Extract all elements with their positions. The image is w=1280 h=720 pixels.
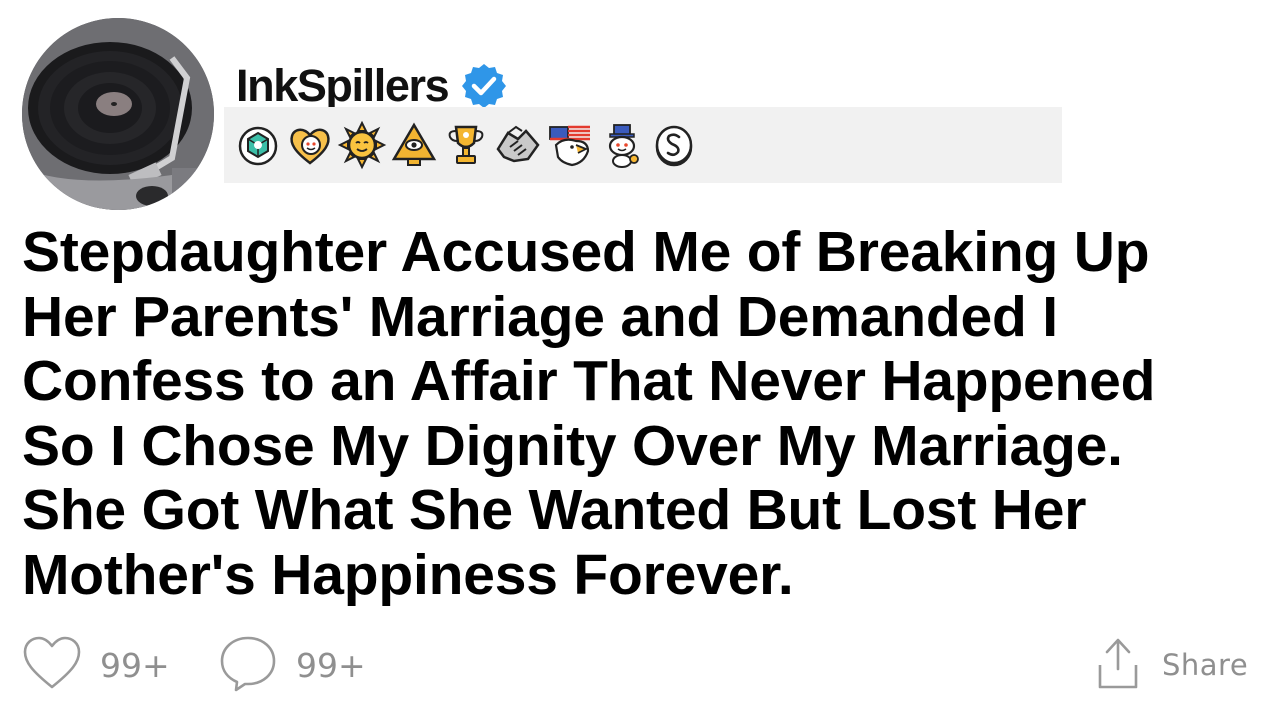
action-bar: 99+ 99+ Share (0, 630, 1280, 700)
eagle-flag-award-icon[interactable] (544, 119, 596, 171)
gem-award-icon[interactable] (232, 119, 284, 171)
heart-icon (22, 635, 82, 696)
post-title: Stepdaughter Accused Me of Breaking Up H… (22, 220, 1280, 607)
wholesome-heart-award-icon[interactable] (284, 119, 336, 171)
awards-bar (224, 107, 1062, 183)
comment-count: 99+ (296, 645, 366, 685)
post-title-line: She Got What She Wanted But Lost Her (22, 478, 1087, 542)
like-button[interactable]: 99+ (22, 630, 170, 700)
post-title-line: Mother's Happiness Forever. (22, 542, 794, 607)
share-label: Share (1162, 648, 1249, 682)
comment-bubble-icon (218, 634, 278, 697)
post-title-line: Her Parents' Marriage and Demanded I (22, 284, 1058, 349)
post-title-line: Stepdaughter Accused Me of Breaking Up (22, 220, 1150, 284)
post-title-line: Confess to an Affair That Never Happened (22, 349, 1156, 413)
sun-face-award-icon[interactable] (336, 119, 388, 171)
verified-check-icon (460, 62, 508, 110)
share-button[interactable]: Share (1094, 630, 1248, 700)
trophy-award-icon[interactable] (440, 119, 492, 171)
turntable-image (22, 18, 214, 210)
like-count: 99+ (100, 645, 170, 685)
username[interactable]: InkSpillers (236, 60, 450, 112)
share-icon (1094, 635, 1142, 696)
post-card: InkSpillers Stepdaughter Accused Me of B… (0, 0, 1280, 720)
avatar[interactable] (22, 18, 214, 210)
snoo-hat-award-icon[interactable] (596, 119, 648, 171)
handshake-award-icon[interactable] (492, 119, 544, 171)
comment-button[interactable]: 99+ (218, 630, 366, 700)
pyramid-eye-award-icon[interactable] (388, 119, 440, 171)
post-title-line: So I Chose My Dignity Over My Marriage. (22, 413, 1123, 478)
silver-coin-award-icon[interactable] (648, 119, 700, 171)
